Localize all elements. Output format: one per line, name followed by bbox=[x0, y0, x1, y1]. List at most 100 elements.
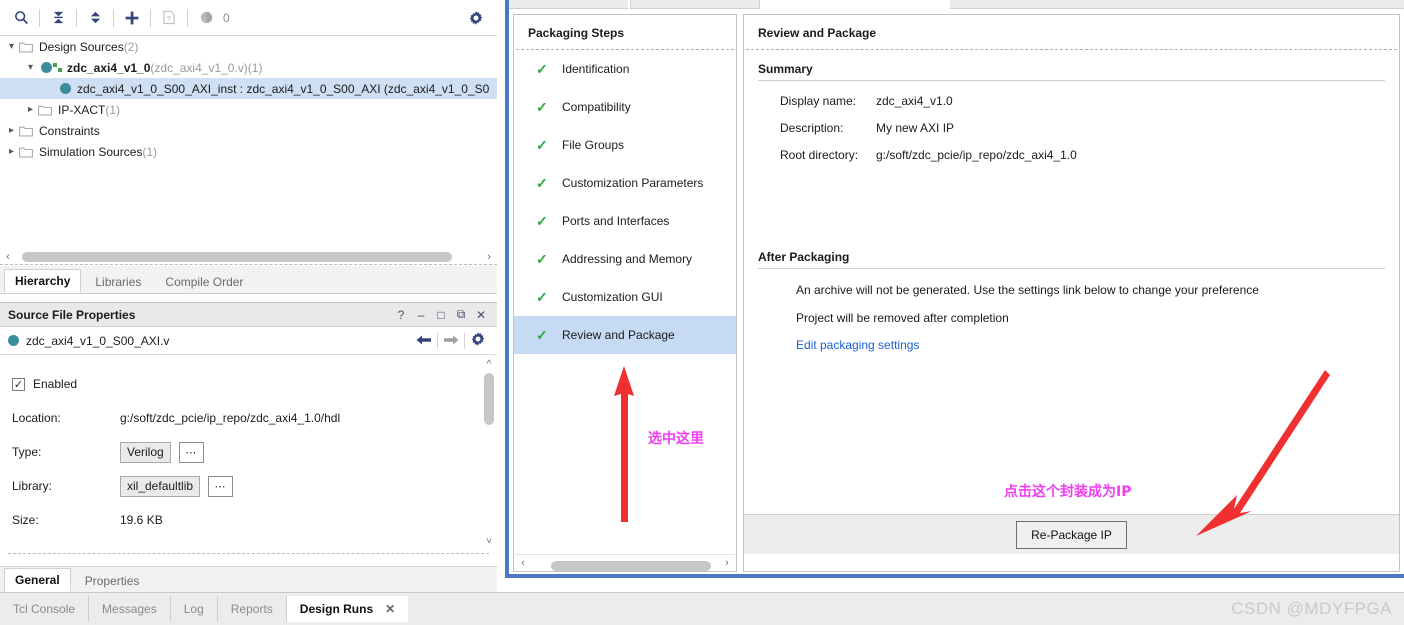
step-customization-gui[interactable]: ✓ Customization GUI bbox=[514, 278, 736, 316]
source-tree[interactable]: ▾ Design Sources (2) ▾ zdc_axi4_v1_0 (zdc_a… bbox=[0, 36, 497, 246]
after-packaging-heading: After Packaging bbox=[758, 250, 1385, 269]
chevron-down-icon[interactable]: ▾ bbox=[23, 58, 38, 78]
location-row: Location: g:/soft/zdc_pcie/ip_repo/zdc_a… bbox=[12, 401, 497, 435]
tree-row[interactable]: ▸ Constraints bbox=[0, 120, 497, 141]
close-icon[interactable]: ✕ bbox=[471, 308, 491, 322]
tree-row[interactable]: ▸ Simulation Sources (1) bbox=[0, 141, 497, 162]
library-field[interactable]: xil_defaultlib bbox=[120, 475, 201, 497]
sources-toolbar: ? 0 bbox=[0, 0, 497, 36]
step-customization-parameters[interactable]: ✓ Customization Parameters bbox=[514, 164, 736, 202]
scroll-down-icon[interactable]: ˅ bbox=[483, 536, 495, 547]
summary-rows: Display name: zdc_axi4_v1.0 Description:… bbox=[744, 94, 1399, 162]
editor-top-strip bbox=[505, 0, 1404, 12]
scroll-track[interactable] bbox=[484, 373, 494, 533]
toolbar-divider bbox=[76, 8, 77, 27]
tree-horizontal-scrollbar[interactable]: ‹ › bbox=[0, 249, 497, 265]
chevron-down-icon[interactable]: ▾ bbox=[4, 37, 19, 57]
active-window-left-border bbox=[505, 0, 509, 578]
scroll-left-icon[interactable]: ‹ bbox=[0, 251, 16, 263]
tab-compile-order[interactable]: Compile Order bbox=[155, 271, 253, 293]
report-icon[interactable]: ? bbox=[156, 5, 182, 31]
expand-all-icon[interactable] bbox=[82, 5, 108, 31]
maximize-icon[interactable]: □ bbox=[431, 308, 451, 322]
re-package-ip-button[interactable]: Re-Package IP bbox=[1016, 520, 1127, 549]
steps-horizontal-scrollbar[interactable]: ‹ › bbox=[515, 554, 735, 571]
step-compatibility[interactable]: ✓ Compatibility bbox=[514, 88, 736, 126]
active-window-bottom-border bbox=[505, 574, 1404, 578]
type-browse-button[interactable]: ⋯ bbox=[178, 441, 204, 463]
check-icon: ✓ bbox=[536, 326, 548, 343]
chevron-right-icon[interactable]: ▸ bbox=[4, 142, 19, 162]
collapse-all-icon[interactable] bbox=[45, 5, 71, 31]
step-label: Review and Package bbox=[562, 328, 675, 342]
help-icon[interactable]: ? bbox=[391, 308, 411, 322]
step-review-and-package[interactable]: ✓ Review and Package bbox=[514, 316, 736, 354]
chevron-right-icon[interactable]: ▸ bbox=[4, 121, 19, 141]
console-tab-messages[interactable]: Messages bbox=[89, 596, 171, 622]
search-icon[interactable] bbox=[8, 5, 34, 31]
editor-tab-partial-active[interactable] bbox=[630, 0, 760, 9]
size-value: 19.6 KB bbox=[120, 513, 163, 527]
scroll-right-icon[interactable]: › bbox=[719, 557, 735, 569]
scroll-track[interactable] bbox=[16, 251, 481, 262]
library-browse-button[interactable]: ⋯ bbox=[208, 475, 234, 497]
packaging-steps-title: Packaging Steps bbox=[528, 26, 625, 40]
tree-row[interactable]: ▾ Design Sources (2) bbox=[0, 36, 497, 57]
properties-vertical-scrollbar[interactable]: ^ ˅ bbox=[483, 359, 495, 547]
edit-packaging-settings-link[interactable]: Edit packaging settings bbox=[796, 338, 1399, 352]
enabled-checkbox[interactable]: ✓ bbox=[12, 377, 25, 391]
console-tab-bar[interactable]: Tcl Console Messages Log Reports Design Runs… bbox=[0, 592, 1404, 625]
step-ports-and-interfaces[interactable]: ✓ Ports and Interfaces bbox=[514, 202, 736, 240]
float-icon[interactable]: ⧉ bbox=[451, 307, 471, 322]
step-label: File Groups bbox=[562, 138, 625, 152]
check-icon: ✓ bbox=[536, 288, 548, 305]
scroll-thumb[interactable] bbox=[551, 560, 711, 571]
review-horizontal-scrollbar[interactable] bbox=[745, 555, 1398, 571]
type-field[interactable]: Verilog bbox=[120, 441, 171, 463]
scroll-thumb[interactable] bbox=[484, 373, 494, 425]
enabled-row[interactable]: ✓ Enabled bbox=[12, 367, 497, 401]
gear-icon[interactable] bbox=[463, 5, 489, 31]
tree-row-label: Simulation Sources bbox=[39, 144, 143, 159]
tab-general[interactable]: General bbox=[4, 568, 71, 592]
scroll-right-icon[interactable]: › bbox=[481, 251, 497, 263]
location-label: Location: bbox=[12, 411, 61, 425]
console-tab-design-runs[interactable]: Design Runs ✕ bbox=[286, 596, 409, 622]
console-tabs[interactable]: Tcl Console Messages Log Reports Design Runs… bbox=[0, 596, 409, 622]
add-sources-icon[interactable] bbox=[119, 5, 145, 31]
source-file-name: zdc_axi4_v1_0_S00_AXI.v bbox=[26, 333, 170, 348]
tab-libraries[interactable]: Libraries bbox=[85, 271, 151, 293]
svg-text:?: ? bbox=[167, 14, 171, 23]
tree-row[interactable]: zdc_axi4_v1_0_S00_AXI_inst : zdc_axi4_v1… bbox=[0, 78, 497, 99]
display-name-label: Display name: bbox=[780, 94, 857, 108]
console-tab-tcl-console[interactable]: Tcl Console bbox=[0, 596, 90, 622]
scroll-up-icon[interactable]: ^ bbox=[483, 359, 495, 370]
tree-row[interactable]: ▸ IP-XACT (1) bbox=[0, 99, 497, 120]
console-tab-reports[interactable]: Reports bbox=[218, 596, 287, 622]
packaging-steps-list[interactable]: ✓ Identification ✓ Compatibility ✓ File Group… bbox=[514, 50, 736, 354]
scroll-thumb[interactable] bbox=[22, 251, 452, 262]
back-arrow-icon[interactable] bbox=[411, 333, 437, 349]
step-file-groups[interactable]: ✓ File Groups bbox=[514, 126, 736, 164]
step-label: Customization GUI bbox=[562, 290, 663, 304]
tab-label: Reports bbox=[230, 602, 273, 616]
properties-tab-strip[interactable]: General Properties bbox=[0, 566, 497, 592]
tree-row-label: IP-XACT bbox=[58, 102, 106, 117]
tab-properties[interactable]: Properties bbox=[75, 570, 150, 592]
step-identification[interactable]: ✓ Identification bbox=[514, 50, 736, 88]
minimize-icon[interactable]: – bbox=[411, 308, 431, 322]
tab-hierarchy[interactable]: Hierarchy bbox=[4, 269, 82, 293]
console-tab-log[interactable]: Log bbox=[171, 596, 218, 622]
sources-tab-strip[interactable]: Hierarchy Libraries Compile Order bbox=[0, 266, 497, 294]
tree-row[interactable]: ▾ zdc_axi4_v1_0 (zdc_axi4_v1_0.v) (1) bbox=[0, 57, 497, 78]
step-addressing-and-memory[interactable]: ✓ Addressing and Memory bbox=[514, 240, 736, 278]
editor-tab-partial-left[interactable] bbox=[508, 0, 628, 9]
close-icon[interactable]: ✕ bbox=[385, 602, 395, 616]
gear-icon[interactable] bbox=[465, 331, 491, 350]
forward-arrow-icon[interactable] bbox=[438, 333, 464, 349]
source-file-properties-panel: Source File Properties ? – □ ⧉ ✕ zdc_axi… bbox=[0, 302, 497, 592]
chevron-right-icon[interactable]: ▸ bbox=[23, 100, 38, 120]
status-dot-icon[interactable] bbox=[193, 5, 219, 31]
scroll-left-icon[interactable]: ‹ bbox=[515, 557, 531, 569]
scroll-track[interactable] bbox=[531, 558, 719, 571]
